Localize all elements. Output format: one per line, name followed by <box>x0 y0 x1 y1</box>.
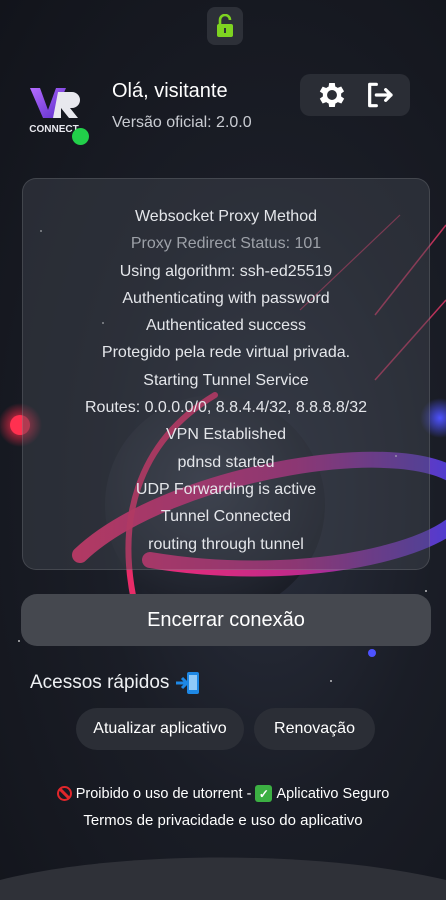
star <box>330 680 332 682</box>
connection-log-panel: Websocket Proxy Method Proxy Redirect Sta… <box>22 178 430 570</box>
log-line: Proxy Redirect Status: 101 <box>130 235 322 253</box>
star <box>425 590 427 592</box>
check-mark-icon: ✓ <box>255 785 273 802</box>
log-line: Routes: 0.0.0.0/0, 8.8.4.4/32, 8.8.8.8/3… <box>85 399 367 417</box>
log-line: Websocket Proxy Method <box>134 208 317 225</box>
log-line: Authenticated success <box>145 317 307 335</box>
update-app-button[interactable]: Atualizar aplicativo <box>76 708 244 750</box>
log-line: UDP Forwarding is active <box>135 480 317 498</box>
version-text: Versão oficial: 2.0.0 <box>112 114 252 131</box>
unlocked-padlock-icon <box>217 14 233 37</box>
prohibited-icon <box>56 786 72 801</box>
log-line: routing through tunnel <box>148 535 304 553</box>
log-line: Using algorithm: ssh-ed25519 <box>119 262 333 280</box>
log-line: pdnsd started <box>177 453 275 471</box>
logout-icon[interactable] <box>363 79 395 111</box>
torrent-warning: Proibido o uso de utorrent - <box>75 785 252 802</box>
star <box>18 640 20 642</box>
header-actions <box>300 74 410 116</box>
mobile-arrow-icon <box>176 672 200 694</box>
footer-notice: Proibido o uso de utorrent - ✓ Aplicativ… <box>0 785 446 802</box>
gear-icon[interactable] <box>315 78 349 112</box>
log-line: Tunnel Connected <box>160 508 292 526</box>
log-line: Starting Tunnel Service <box>143 371 309 389</box>
renewal-button[interactable]: Renovação <box>254 708 375 750</box>
vpn-lock-status <box>207 7 243 45</box>
disconnect-button[interactable]: Encerrar conexão <box>21 594 431 646</box>
online-status-dot <box>72 128 89 145</box>
quick-access-title: Acessos rápidos <box>30 671 201 695</box>
log-line: Authenticating with password <box>122 289 330 307</box>
safe-app-text: Aplicativo Seguro <box>276 785 390 802</box>
log-line: VPN Established <box>165 426 287 444</box>
log-line: Protegido pela rede virtual privada. <box>101 344 351 362</box>
quick-access-label: Acessos rápidos <box>30 672 170 693</box>
log-lines: Websocket Proxy Method Proxy Redirect Sta… <box>23 203 429 558</box>
terms-link[interactable]: Termos de privacidade e uso do aplicativ… <box>0 812 446 829</box>
greeting-text: Olá, visitante <box>112 80 228 102</box>
